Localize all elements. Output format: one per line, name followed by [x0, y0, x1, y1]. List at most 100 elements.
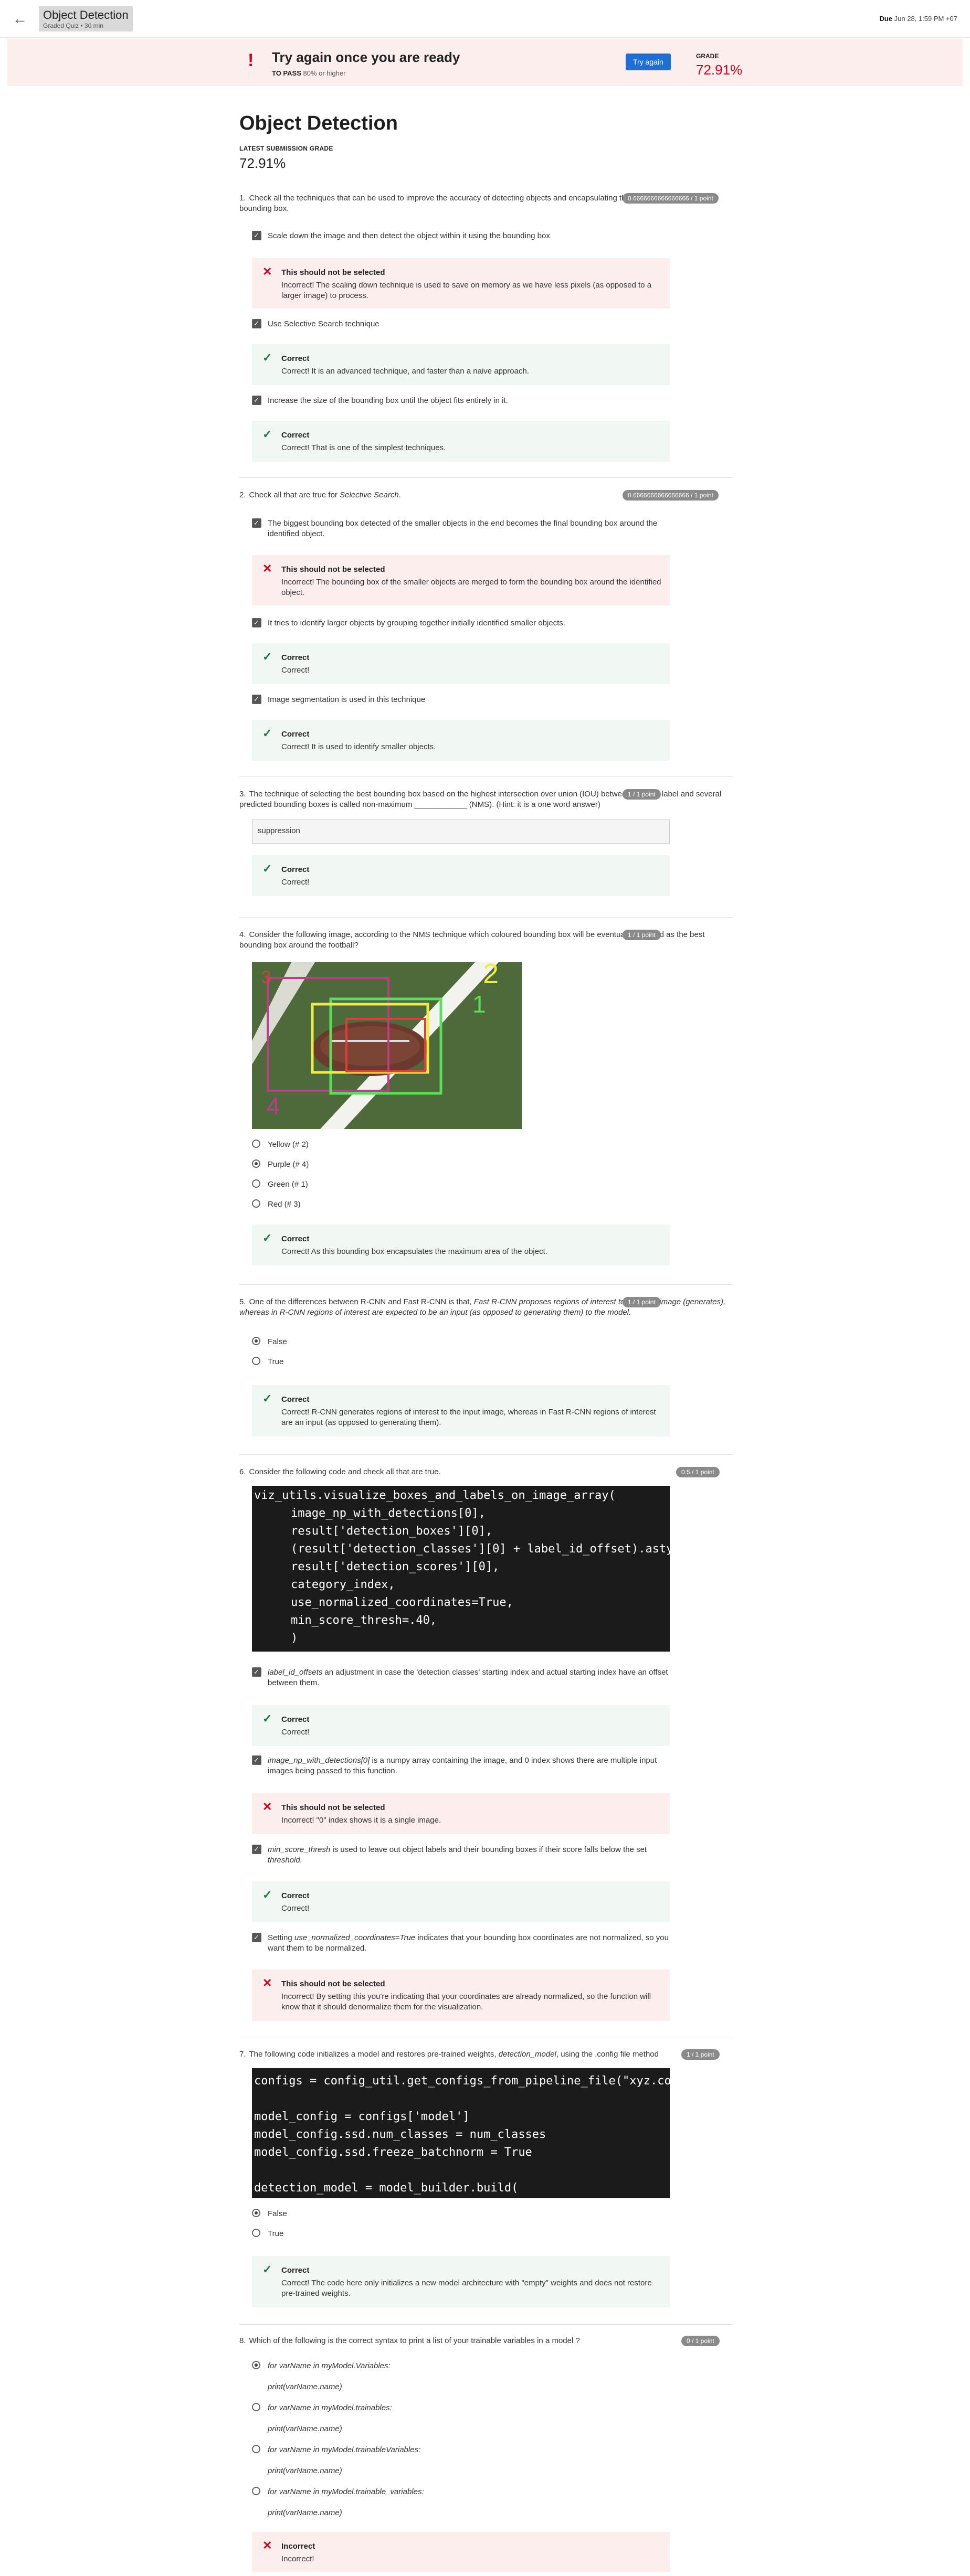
checkbox-option[interactable]: Setting use_normalized_coordinates=True …: [252, 1932, 672, 1954]
check-icon: ✓: [262, 351, 272, 364]
latest-grade-label: LATEST SUBMISSION GRADE: [239, 145, 333, 152]
checkbox-checked-icon[interactable]: [252, 518, 261, 528]
checkbox-option[interactable]: label_id_offsets an adjustment in case t…: [252, 1667, 672, 1688]
checkbox-checked-icon[interactable]: [252, 1844, 261, 1855]
to-pass: TO PASS 80% or higher: [272, 69, 346, 77]
checkbox-checked-icon[interactable]: [252, 395, 261, 406]
question-8: 8. Which of the following is the correct …: [239, 2336, 580, 2345]
grade-value: 72.91%: [696, 62, 743, 78]
radio-option[interactable]: True: [252, 1357, 672, 1367]
grade-label: GRADE: [696, 52, 719, 60]
points-badge: 0.6666666666666666 / 1 point: [623, 193, 719, 204]
arrow-left-icon[interactable]: ←: [13, 10, 27, 27]
points-badge: 0.6666666666666666 / 1 point: [623, 490, 719, 501]
checkbox-option[interactable]: Scale down the image and then detect the…: [252, 230, 672, 241]
radio-option[interactable]: Purple (# 4): [252, 1159, 672, 1170]
checkbox-option[interactable]: Image segmentation is used in this techn…: [252, 694, 672, 705]
question-6: 6. Consider the following code and check …: [239, 1467, 441, 1476]
checkbox-checked-icon[interactable]: [252, 230, 261, 241]
checkbox-option[interactable]: Increase the size of the bounding box un…: [252, 395, 672, 406]
radio-option[interactable]: for varName in myModel.Variables:: [252, 2361, 672, 2371]
due-date: Due Jun 28, 1:59 PM +07: [879, 15, 957, 23]
check-icon: ✓: [262, 1888, 272, 1901]
radio-option[interactable]: True: [252, 2229, 672, 2239]
code-block: configs = config_util.get_configs_from_p…: [252, 2068, 713, 2212]
radio-option[interactable]: Green (# 1): [252, 1179, 672, 1190]
checkbox-checked-icon[interactable]: [252, 1667, 261, 1677]
checkbox-checked-icon[interactable]: [252, 618, 261, 628]
check-icon: ✓: [262, 1231, 272, 1244]
radio-unselected-icon[interactable]: [252, 2229, 260, 2237]
checkbox-option[interactable]: The biggest bounding box detected of the…: [252, 518, 672, 539]
checkbox-checked-icon[interactable]: [252, 318, 261, 329]
radio-selected-icon[interactable]: [252, 1337, 260, 1345]
checkbox-checked-icon[interactable]: [252, 1932, 261, 1943]
divider: [239, 917, 733, 918]
feedback-correct: ✓ Correct Correct!: [252, 855, 670, 896]
code-line: print(varName.name): [268, 2508, 342, 2517]
feedback-correct: ✓ Correct Correct! It is used to identify …: [252, 720, 670, 761]
quiz-title: Object Detection: [43, 8, 129, 22]
radio-unselected-icon[interactable]: [252, 2403, 260, 2411]
radio-option[interactable]: Yellow (# 2): [252, 1140, 672, 1150]
radio-option[interactable]: for varName in myModel.trainables:: [252, 2403, 672, 2413]
radio-selected-icon[interactable]: [252, 1159, 260, 1168]
radio-unselected-icon[interactable]: [252, 1199, 260, 1208]
check-icon: ✓: [262, 862, 272, 875]
x-icon: ✕: [262, 265, 272, 278]
checkbox-checked-icon[interactable]: [252, 694, 261, 705]
radio-unselected-icon[interactable]: [252, 1140, 260, 1148]
divider: [239, 1284, 733, 1285]
points-badge: 1 / 1 point: [681, 2049, 720, 2060]
feedback-correct: ✓ Correct Correct!: [252, 643, 670, 684]
box-label: 4: [267, 1092, 280, 1120]
answer-input[interactable]: suppression: [252, 819, 670, 844]
check-icon: ✓: [262, 2263, 272, 2276]
radio-unselected-icon[interactable]: [252, 2487, 260, 2495]
checkbox-option[interactable]: min_score_thresh is used to leave out ob…: [252, 1844, 672, 1866]
football-image: 3 2 1 4: [252, 962, 522, 1129]
check-icon: ✓: [262, 1392, 272, 1405]
radio-selected-icon[interactable]: [252, 2209, 260, 2217]
radio-unselected-icon[interactable]: [252, 2445, 260, 2453]
feedback-correct: ✓ Correct Correct!: [252, 1881, 670, 1922]
radio-unselected-icon[interactable]: [252, 1357, 260, 1365]
checkbox-option[interactable]: It tries to identify larger objects by g…: [252, 618, 672, 629]
quiz-title-block: Object Detection Graded Quiz • 30 min: [39, 6, 133, 31]
code-line: print(varName.name): [268, 2424, 342, 2433]
quiz-subtitle: Graded Quiz • 30 min: [43, 22, 103, 29]
radio-option[interactable]: False: [252, 1337, 672, 1347]
page-title: Object Detection: [239, 112, 398, 134]
x-icon: ✕: [262, 1800, 272, 1813]
points-badge: 0.5 / 1 point: [676, 1467, 720, 1477]
checkbox-option[interactable]: Use Selective Search technique: [252, 318, 672, 329]
x-icon: ✕: [262, 1976, 272, 1989]
radio-option[interactable]: False: [252, 2209, 672, 2219]
x-icon: ✕: [262, 562, 272, 575]
banner-message: Try again once you are ready: [272, 49, 460, 65]
check-icon: ✓: [262, 727, 272, 740]
radio-option[interactable]: Red (# 3): [252, 1199, 672, 1210]
check-icon: ✓: [262, 428, 272, 441]
divider: [239, 1454, 733, 1455]
radio-option[interactable]: for varName in myModel.trainableVariable…: [252, 2445, 672, 2455]
radio-option[interactable]: for varName in myModel.trainable_variabl…: [252, 2487, 672, 2497]
code-line: print(varName.name): [268, 2466, 342, 2475]
points-badge: 1 / 1 point: [623, 1297, 661, 1307]
check-icon: ✓: [262, 650, 272, 663]
checkbox-option[interactable]: image_np_with_detections[0] is a numpy a…: [252, 1755, 672, 1776]
feedback-correct: ✓ Correct Correct! The code here only init…: [252, 2256, 670, 2307]
feedback-incorrect: ✕ This should not be selected Incorrect! B…: [252, 1970, 670, 2021]
feedback-correct: ✓ Correct Correct! That is one of the simp…: [252, 421, 670, 462]
code-line: print(varName.name): [268, 2382, 342, 2391]
try-again-button[interactable]: Try again: [626, 54, 671, 70]
points-badge: 1 / 1 point: [623, 930, 661, 940]
top-bar: ← Object Detection Graded Quiz • 30 min …: [0, 0, 970, 38]
checkbox-checked-icon[interactable]: [252, 1755, 261, 1765]
radio-unselected-icon[interactable]: [252, 1179, 260, 1188]
divider: [239, 477, 733, 478]
feedback-incorrect: ✕ This should not be selected Incorrect! T…: [252, 555, 670, 605]
feedback-incorrect: ✕ This should not be selected Incorrect! T…: [252, 258, 670, 308]
radio-selected-icon[interactable]: [252, 2361, 260, 2369]
latest-grade-value: 72.91%: [239, 155, 286, 171]
